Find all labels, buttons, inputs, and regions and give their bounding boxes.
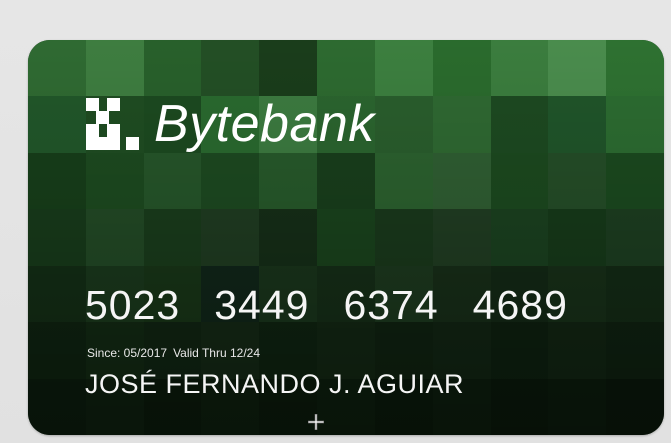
mosaic-tile xyxy=(432,96,491,153)
card-number-group-4: 4689 xyxy=(472,282,568,328)
mosaic-tile xyxy=(28,378,86,435)
mosaic-tile xyxy=(432,209,491,266)
mosaic-tile xyxy=(143,40,202,97)
mosaic-tile xyxy=(85,209,144,266)
mosaic-tile xyxy=(28,96,86,153)
mosaic-tile xyxy=(85,40,144,97)
card-number-group-1: 5023 xyxy=(85,282,181,328)
mosaic-tile xyxy=(28,265,86,323)
screen: Bytebank 5023 3449 6374 4689 Since: 05/2… xyxy=(0,0,671,443)
card-number-group-2: 3449 xyxy=(214,282,310,328)
mosaic-tile xyxy=(143,152,202,210)
mosaic-tile xyxy=(374,96,433,153)
mosaic-tile xyxy=(201,40,260,97)
mosaic-tile xyxy=(606,152,664,210)
mosaic-tile xyxy=(490,322,549,379)
mosaic-tile xyxy=(548,152,607,210)
credit-card: Bytebank 5023 3449 6374 4689 Since: 05/2… xyxy=(28,40,664,435)
mosaic-tile xyxy=(374,152,433,210)
mosaic-tile xyxy=(606,322,664,379)
mosaic-tile xyxy=(548,96,607,153)
mosaic-tile xyxy=(259,152,318,210)
mosaic-tile xyxy=(490,209,549,266)
mosaic-tile xyxy=(490,96,549,153)
mosaic-tile xyxy=(201,209,260,266)
mosaic-tile xyxy=(317,152,375,210)
brand-logo: Bytebank xyxy=(86,98,375,150)
mosaic-tile xyxy=(490,40,549,97)
mosaic-tile xyxy=(28,152,86,210)
mosaic-tile xyxy=(28,40,86,97)
member-since: Since: 05/2017 xyxy=(87,346,168,360)
crosshair-cursor-icon xyxy=(308,414,324,430)
card-number-group-3: 6374 xyxy=(343,282,439,328)
mosaic-tile xyxy=(317,209,375,266)
mosaic-tile xyxy=(374,209,433,266)
mosaic-tile xyxy=(548,209,607,266)
mosaic-tile xyxy=(201,152,260,210)
mosaic-tile xyxy=(374,40,433,97)
mosaic-tile xyxy=(548,322,607,379)
mosaic-tile xyxy=(606,209,664,266)
mosaic-tile xyxy=(432,152,491,210)
mosaic-tile xyxy=(606,96,664,153)
mosaic-tile xyxy=(548,378,607,435)
brand-name: Bytebank xyxy=(154,95,375,153)
cardholder-name: JOSÉ FERNANDO J. AGUIAR xyxy=(85,369,465,399)
mosaic-tile xyxy=(606,265,664,323)
valid-thru: Valid Thru 12/24 xyxy=(173,346,261,360)
mosaic-tile xyxy=(143,209,202,266)
mosaic-tile xyxy=(490,152,549,210)
card-number: 5023 3449 6374 4689 xyxy=(85,282,568,329)
mosaic-tile xyxy=(28,209,86,266)
mosaic-tile xyxy=(432,40,491,97)
mosaic-tile xyxy=(490,378,549,435)
mosaic-tile xyxy=(28,322,86,379)
mosaic-tile xyxy=(548,40,607,97)
mosaic-tile xyxy=(606,378,664,435)
mosaic-tile xyxy=(317,40,375,97)
mosaic-tile xyxy=(606,40,664,97)
card-dates: Since: 05/2017 Valid Thru 12/24 xyxy=(87,346,260,360)
mosaic-tile xyxy=(259,40,318,97)
bytebank-pixel-logo-icon xyxy=(86,98,139,150)
mosaic-tile xyxy=(85,152,144,210)
mosaic-tile xyxy=(259,209,318,266)
